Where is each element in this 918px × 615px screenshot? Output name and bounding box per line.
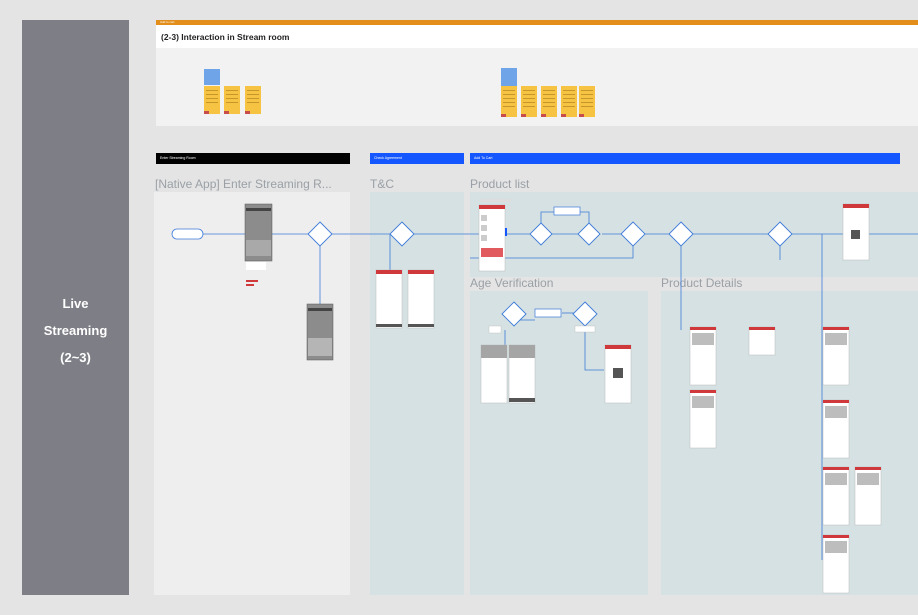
detail-screens — [689, 326, 882, 594]
detail-screen-images — [692, 333, 879, 553]
flow-process-box — [534, 308, 562, 318]
cart-screen — [842, 203, 870, 261]
tc-screen — [375, 269, 435, 329]
product-list-label — [481, 199, 511, 202]
flow-start-node — [171, 228, 204, 240]
age-screens — [480, 325, 632, 404]
streaming-screen-2 — [306, 303, 334, 361]
flow-process-box — [553, 206, 581, 216]
product-list-screen — [478, 204, 507, 272]
flow-connectors — [203, 211, 918, 560]
detail-screen-headers — [690, 327, 881, 538]
streaming-screen — [244, 203, 273, 286]
flow-diagram — [171, 199, 918, 594]
